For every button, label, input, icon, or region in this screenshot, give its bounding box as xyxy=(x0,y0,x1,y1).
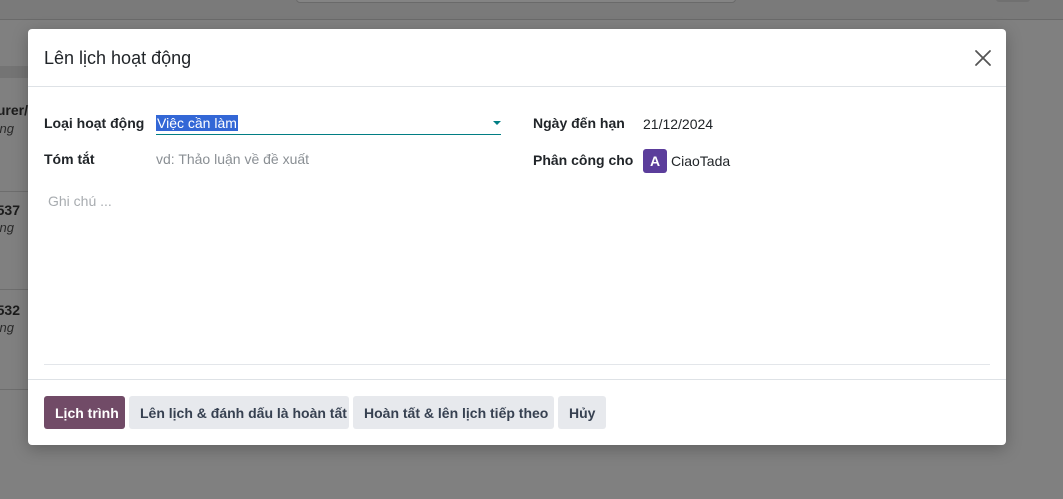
cancel-button[interactable]: Hủy xyxy=(558,396,606,429)
schedule-activity-dialog: Lên lịch hoạt động Loại hoạt động Việc c… xyxy=(28,29,1006,445)
background-top-button xyxy=(996,0,1030,2)
dialog-header: Lên lịch hoạt động xyxy=(28,29,1006,87)
background-card-subtitle: ng xyxy=(0,220,14,235)
background-card-subtitle: ng xyxy=(0,121,14,136)
avatar: A xyxy=(643,149,667,173)
background-card: 537 ng xyxy=(0,192,28,290)
background-search-bar xyxy=(296,0,736,3)
background-column-band xyxy=(0,66,28,78)
background-top-bar xyxy=(0,0,1063,20)
close-button[interactable] xyxy=(972,47,994,69)
assigned-user-field[interactable]: CiaoTada xyxy=(671,153,730,169)
background-card: 532 ng xyxy=(0,291,28,390)
background-card-title: 537 xyxy=(0,202,20,218)
schedule-mark-done-button[interactable]: Lên lịch & đánh dấu là hoàn tất xyxy=(129,396,349,429)
background-card-title: urer/ xyxy=(0,102,28,118)
activity-type-value: Việc cần làm xyxy=(156,115,238,131)
notes-field[interactable] xyxy=(44,189,990,365)
activity-type-select[interactable]: Việc cần làm xyxy=(156,113,501,135)
chevron-down-icon xyxy=(493,121,501,125)
background-card-title: 532 xyxy=(0,302,20,318)
assigned-to-label: Phân công cho xyxy=(533,152,634,168)
dialog-footer: Lịch trình Lên lịch & đánh dấu là hoàn t… xyxy=(28,379,1006,445)
dialog-title: Lên lịch hoạt động xyxy=(44,48,192,68)
due-date-label: Ngày đến hạn xyxy=(533,115,625,131)
activity-type-label: Loại hoạt động xyxy=(44,115,145,131)
background-card-subtitle: ng xyxy=(0,320,14,335)
close-icon xyxy=(975,50,991,66)
summary-input[interactable] xyxy=(156,148,501,170)
summary-label: Tóm tắt xyxy=(44,151,95,167)
done-schedule-next-button[interactable]: Hoàn tất & lên lịch tiếp theo xyxy=(353,396,554,429)
background-card: urer/ ng xyxy=(0,92,28,192)
due-date-field[interactable]: 21/12/2024 xyxy=(643,116,713,132)
schedule-button[interactable]: Lịch trình xyxy=(44,396,125,429)
